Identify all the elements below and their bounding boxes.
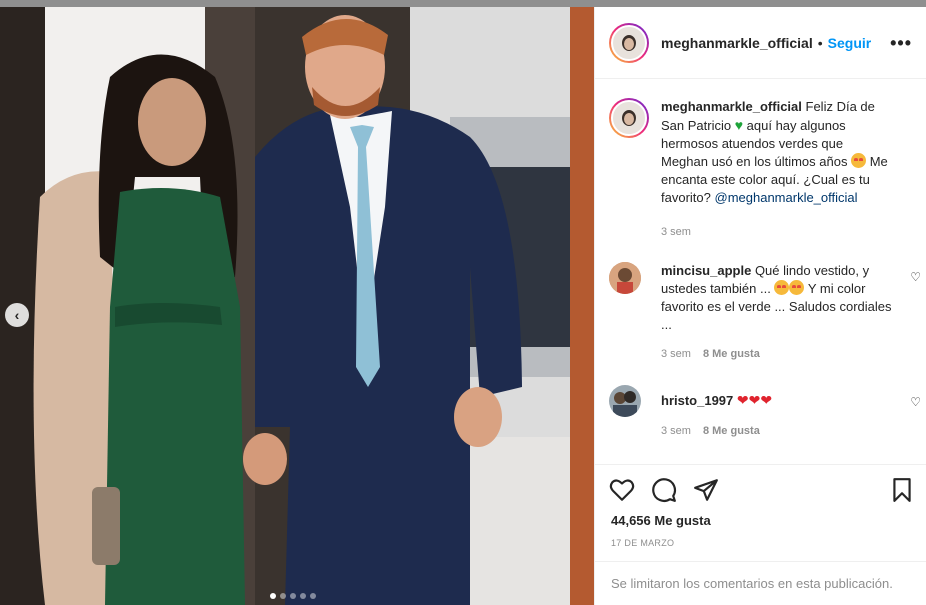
carousel-dot [310, 593, 316, 599]
heart-eyes-emoji-icon [789, 280, 805, 295]
caption-text: meghanmarkle_official Feliz Día de San P… [661, 98, 893, 207]
send-icon[interactable] [693, 477, 719, 503]
commenter-avatar-image [609, 262, 641, 294]
header-username[interactable]: meghanmarkle_official [661, 35, 813, 51]
comment-meta: 3 sem 8 Me gusta [661, 425, 760, 437]
commenter-avatar[interactable] [609, 262, 641, 294]
avatar-image [611, 100, 647, 136]
top-strip [0, 0, 926, 7]
post-photo-image [0, 7, 594, 605]
comment-username[interactable]: mincisu_apple [661, 263, 751, 278]
profile-avatar[interactable] [609, 22, 649, 63]
likes-count[interactable]: 44,656 Me gusta [611, 513, 711, 528]
carousel-dot [290, 593, 296, 599]
commenter-avatar-image [609, 385, 641, 417]
heart-eyes-emoji-icon [774, 280, 790, 295]
comment-icon[interactable] [651, 477, 677, 503]
comment-likes[interactable]: 8 Me gusta [703, 348, 760, 360]
post-actions: 44,656 Me gusta 17 DE MARZO Se limitaron… [595, 464, 926, 605]
caption-mention-link[interactable]: @meghanmarkle_official [715, 190, 858, 205]
comment-like-heart-icon[interactable]: ♡ [910, 395, 921, 409]
caption-avatar[interactable] [609, 98, 649, 138]
avatar-image [611, 24, 647, 61]
post-date[interactable]: 17 DE MARZO [611, 538, 674, 548]
comments-list[interactable]: meghanmarkle_official Feliz Día de San P… [595, 80, 926, 464]
carousel-dot [300, 593, 306, 599]
action-icons [609, 477, 719, 503]
red-hearts-icon: ❤❤❤ [736, 392, 773, 408]
chevron-left-icon: ‹ [14, 307, 20, 323]
carousel-dots [270, 593, 316, 599]
avatar-face [624, 37, 634, 50]
caption-time[interactable]: 3 sem [661, 226, 691, 238]
carousel-dot [270, 593, 276, 599]
comment-like-heart-icon[interactable]: ♡ [910, 270, 921, 284]
comment-likes[interactable]: 8 Me gusta [703, 425, 760, 437]
post-side-panel: meghanmarkle_official • Seguir ••• megha… [594, 7, 926, 605]
comment-text: mincisu_apple Qué lindo vestido, y usted… [661, 262, 893, 334]
commenter-avatar[interactable] [609, 385, 641, 417]
comment-time[interactable]: 3 sem [661, 425, 691, 437]
header-separator: • [817, 34, 823, 51]
post-photo[interactable]: ‹ [0, 7, 594, 605]
follow-button[interactable]: Seguir [828, 35, 872, 51]
previous-photo-button[interactable]: ‹ [5, 303, 29, 327]
caption-meta: 3 sem [661, 226, 691, 238]
comment-meta: 3 sem 8 Me gusta [661, 348, 760, 360]
avatar-face [624, 113, 634, 125]
caption-username[interactable]: meghanmarkle_official [661, 99, 802, 114]
heart-icon[interactable] [609, 477, 635, 503]
carousel-dot [280, 593, 286, 599]
comment-username[interactable]: hristo_1997 [661, 393, 733, 408]
comment-text: hristo_1997 ❤❤❤ [661, 391, 893, 410]
comment-time[interactable]: 3 sem [661, 348, 691, 360]
more-options-icon[interactable]: ••• [890, 33, 912, 54]
green-heart-icon: ♥ [734, 117, 744, 133]
heart-eyes-emoji-icon [851, 153, 867, 168]
bookmark-icon[interactable] [889, 477, 915, 503]
post-header: meghanmarkle_official • Seguir ••• [595, 7, 926, 79]
comments-limited-notice: Se limitaron los comentarios en esta pub… [595, 561, 926, 605]
